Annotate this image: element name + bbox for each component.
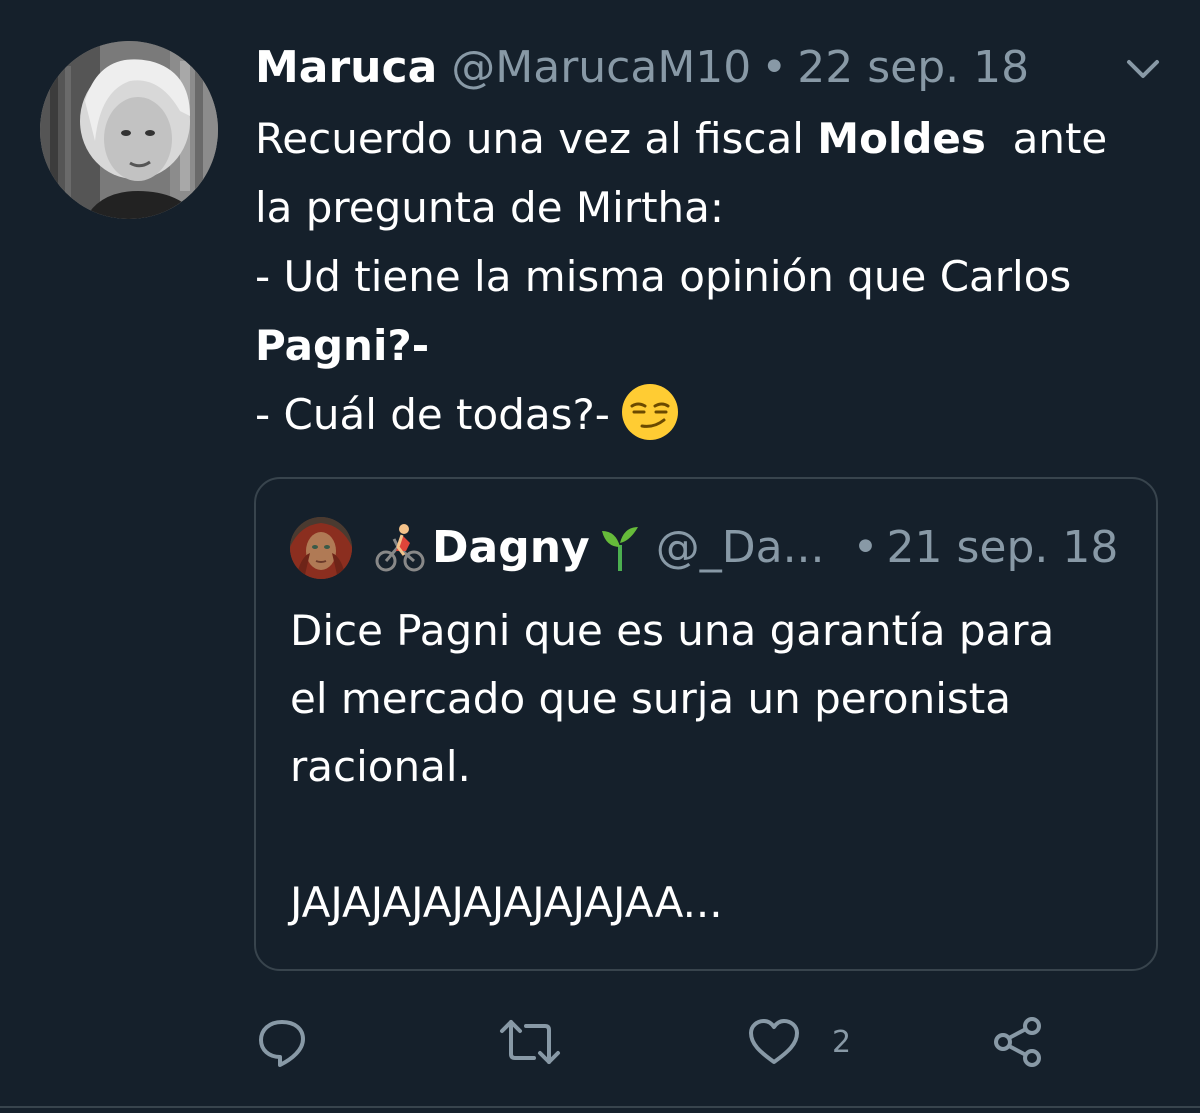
tweet-header: Maruca @MarucaM10 • 22 sep. 18 [255,38,1029,98]
action-bar: 2 [0,1010,1200,1080]
user-handle[interactable]: @MarucaM10 [451,38,751,98]
quoted-text-line: racional. [290,742,471,791]
divider [0,1106,1200,1108]
avatar[interactable] [40,41,218,219]
tweet-text-line: - Ud tiene la misma opinión que Carlos [255,252,1072,301]
chevron-down-icon[interactable] [1122,52,1164,86]
tweet-text-line: Recuerdo una vez al fiscal Moldes ante [255,114,1108,163]
tweet-date[interactable]: 22 sep. 18 [797,38,1029,98]
share-icon [994,1017,1041,1067]
tweet-text-line: la pregunta de Mirtha: [255,183,725,232]
quoted-display-name[interactable]: Dagny [432,522,590,573]
person-biking-icon [374,521,426,573]
smirking-face-icon [620,382,680,442]
share-button[interactable] [990,1010,1046,1074]
tweet-text-line: - Cuál de todas?- [255,380,1175,449]
separator-dot: • [852,521,879,573]
separator-dot: • [761,42,788,93]
display-name[interactable]: Maruca [255,38,437,98]
quoted-avatar[interactable] [290,517,352,579]
quoted-text-line [290,801,1140,869]
retweet-icon [500,1020,560,1064]
quoted-header: Dagny @_Da... • 21 sep. 18 [374,517,1118,577]
heart-icon [749,1019,799,1064]
seedling-icon [594,521,646,573]
bold-word: Moldes [817,114,986,163]
quoted-handle[interactable]: @_Da... [656,522,825,573]
quoted-text-line: el mercado que surja un peronista [290,674,1011,723]
like-count: 2 [832,1024,852,1060]
retweet-button[interactable] [498,1010,562,1074]
quoted-date[interactable]: 21 sep. 18 [886,522,1118,573]
like-button[interactable]: 2 [746,1010,851,1074]
tweet-text: Recuerdo una vez al fiscal Moldes ante l… [255,104,1175,449]
reply-button[interactable] [254,1010,310,1074]
quoted-tweet[interactable]: Dagny @_Da... • 21 sep. 18 Dice Pagni qu… [254,477,1158,971]
quoted-text-line: JAJAJAJAJAJAJAJAJAA... [290,878,723,927]
quoted-text-line: Dice Pagni que es una garantía para [290,606,1055,655]
tweet[interactable]: Maruca @MarucaM10 • 22 sep. 18 Recuerdo … [0,0,1200,1113]
reply-icon [259,1020,305,1067]
quoted-text: Dice Pagni que es una garantía para el m… [290,597,1140,937]
tweet-text-line: Pagni?- [255,321,430,370]
